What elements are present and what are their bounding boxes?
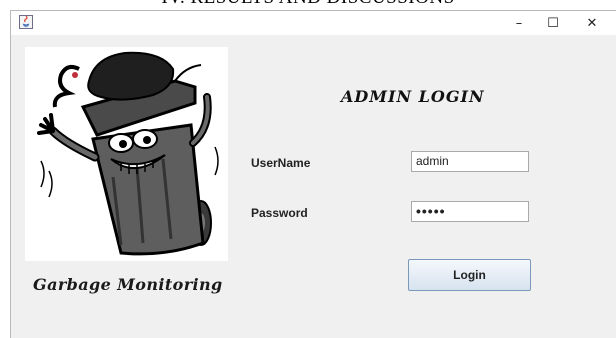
window-content: Garbage Monitoring ADMIN LOGIN UserName … — [11, 35, 616, 338]
minimize-button[interactable]: – — [501, 11, 537, 35]
admin-login-heading: ADMIN LOGIN — [341, 87, 485, 106]
document-heading: IV. RESULTS AND DISCUSSIONS — [0, 0, 616, 9]
password-field[interactable]: ••••• — [411, 201, 529, 222]
java-icon[interactable] — [19, 15, 33, 29]
username-field[interactable]: admin — [411, 151, 529, 172]
maximize-button[interactable]: ☐ — [535, 11, 571, 35]
close-button[interactable]: ✕ — [574, 11, 610, 35]
login-button[interactable]: Login — [408, 259, 531, 291]
admin-login-window: – ☐ ✕ Garbage Monitoring ADMIN LOGIN Use… — [10, 10, 616, 338]
garbage-bin-mascot-icon — [25, 47, 228, 261]
window-titlebar[interactable]: – ☐ ✕ — [11, 11, 616, 35]
brand-caption: Garbage Monitoring — [33, 275, 223, 294]
username-label: UserName — [251, 156, 311, 170]
password-label: Password — [251, 206, 308, 220]
